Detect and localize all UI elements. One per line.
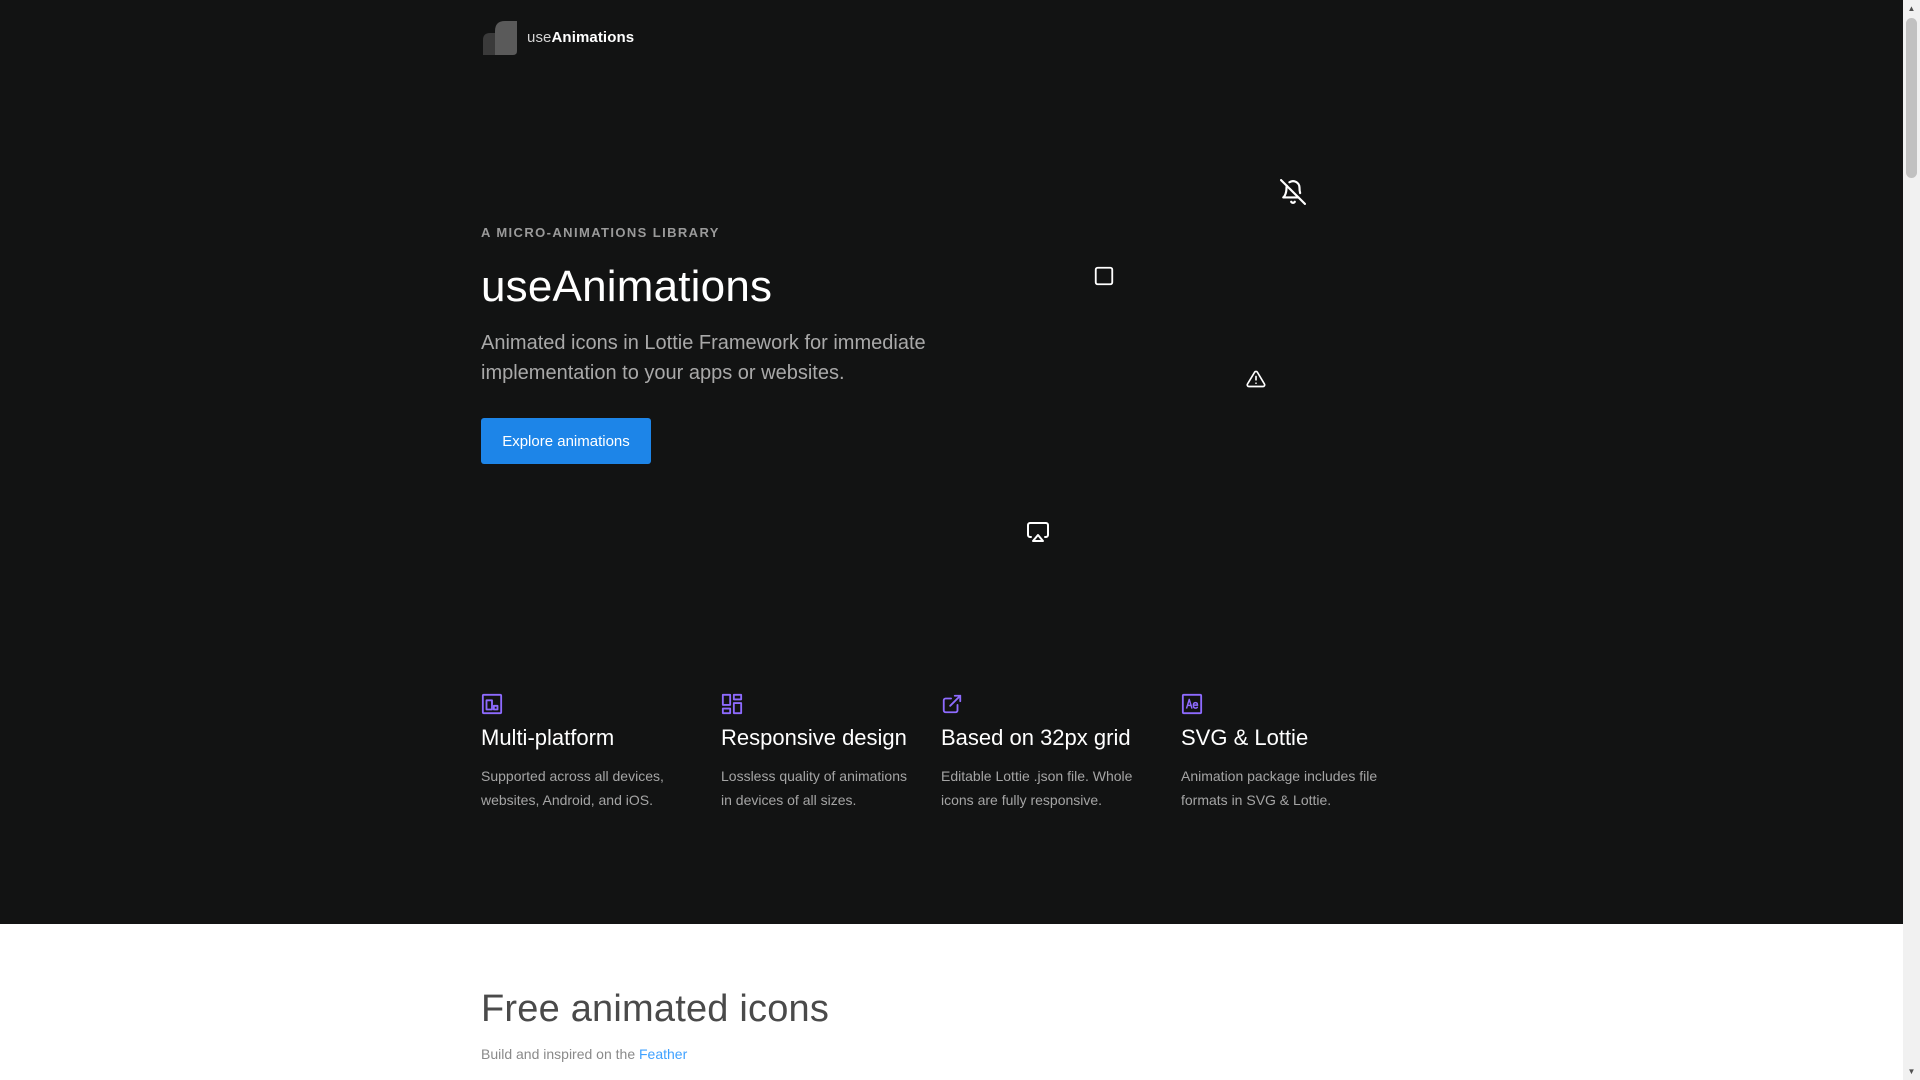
feather-link[interactable]: Feather xyxy=(639,1046,687,1062)
hero-title: useAnimations xyxy=(481,262,773,311)
feature-description: Editable Lottie .json file. Whole icons … xyxy=(941,768,1133,808)
page-scrollbar[interactable]: ▲ ▼ xyxy=(1903,0,1920,1080)
after-effects-icon xyxy=(1181,693,1203,715)
brand-name: useAnimations xyxy=(527,28,635,46)
hero-eyebrow: A MICRO-ANIMATIONS LIBRARY xyxy=(481,225,720,240)
feature-description: Animation package includes file formats … xyxy=(1181,768,1378,808)
free-icons-subtitle-text: Build and inspired on the xyxy=(481,1046,639,1062)
scroll-up-icon[interactable]: ▲ xyxy=(1903,0,1920,17)
feature-title: Responsive design xyxy=(721,725,907,750)
bell-off-icon[interactable] xyxy=(1280,179,1306,205)
feature-title: Based on 32px grid xyxy=(941,725,1131,750)
feature-svg-lottie: SVG & Lottie Animation package includes … xyxy=(1181,693,1381,812)
explore-animations-button[interactable]: Explore animations xyxy=(481,418,651,464)
feature-description: Lossless quality of animations in device… xyxy=(721,768,907,808)
alert-triangle-icon[interactable] xyxy=(1246,369,1266,389)
square-icon[interactable] xyxy=(1093,265,1115,287)
multi-platform-icon xyxy=(481,693,503,715)
hero-subtitle: Animated icons in Lottie Framework for i… xyxy=(481,332,926,384)
feature-multi-platform: Multi-platform Supported across all devi… xyxy=(481,693,681,812)
scroll-down-icon[interactable]: ▼ xyxy=(1903,1063,1920,1080)
airplay-icon[interactable] xyxy=(1026,520,1050,544)
layout-grid-icon xyxy=(721,693,743,715)
brand-link[interactable]: useAnimations xyxy=(481,19,634,55)
useanimations-logo-icon xyxy=(483,21,517,55)
feature-title: SVG & Lottie xyxy=(1181,725,1309,750)
free-icons-subtitle: Build and inspired on the Feather xyxy=(481,1046,687,1062)
scrollbar-thumb[interactable] xyxy=(1906,18,1917,178)
feature-32px-grid: Based on 32px grid Editable Lottie .json… xyxy=(941,693,1141,812)
feature-description: Supported across all devices, websites, … xyxy=(481,768,664,808)
feature-responsive-design: Responsive design Lossless quality of an… xyxy=(721,693,921,812)
hero-section: useAnimations A MICRO-ANIMATIONS LIBRARY… xyxy=(0,0,1903,924)
feature-title: Multi-platform xyxy=(481,725,615,750)
free-icons-title: Free animated icons xyxy=(481,988,830,1030)
external-link-icon xyxy=(942,694,962,714)
